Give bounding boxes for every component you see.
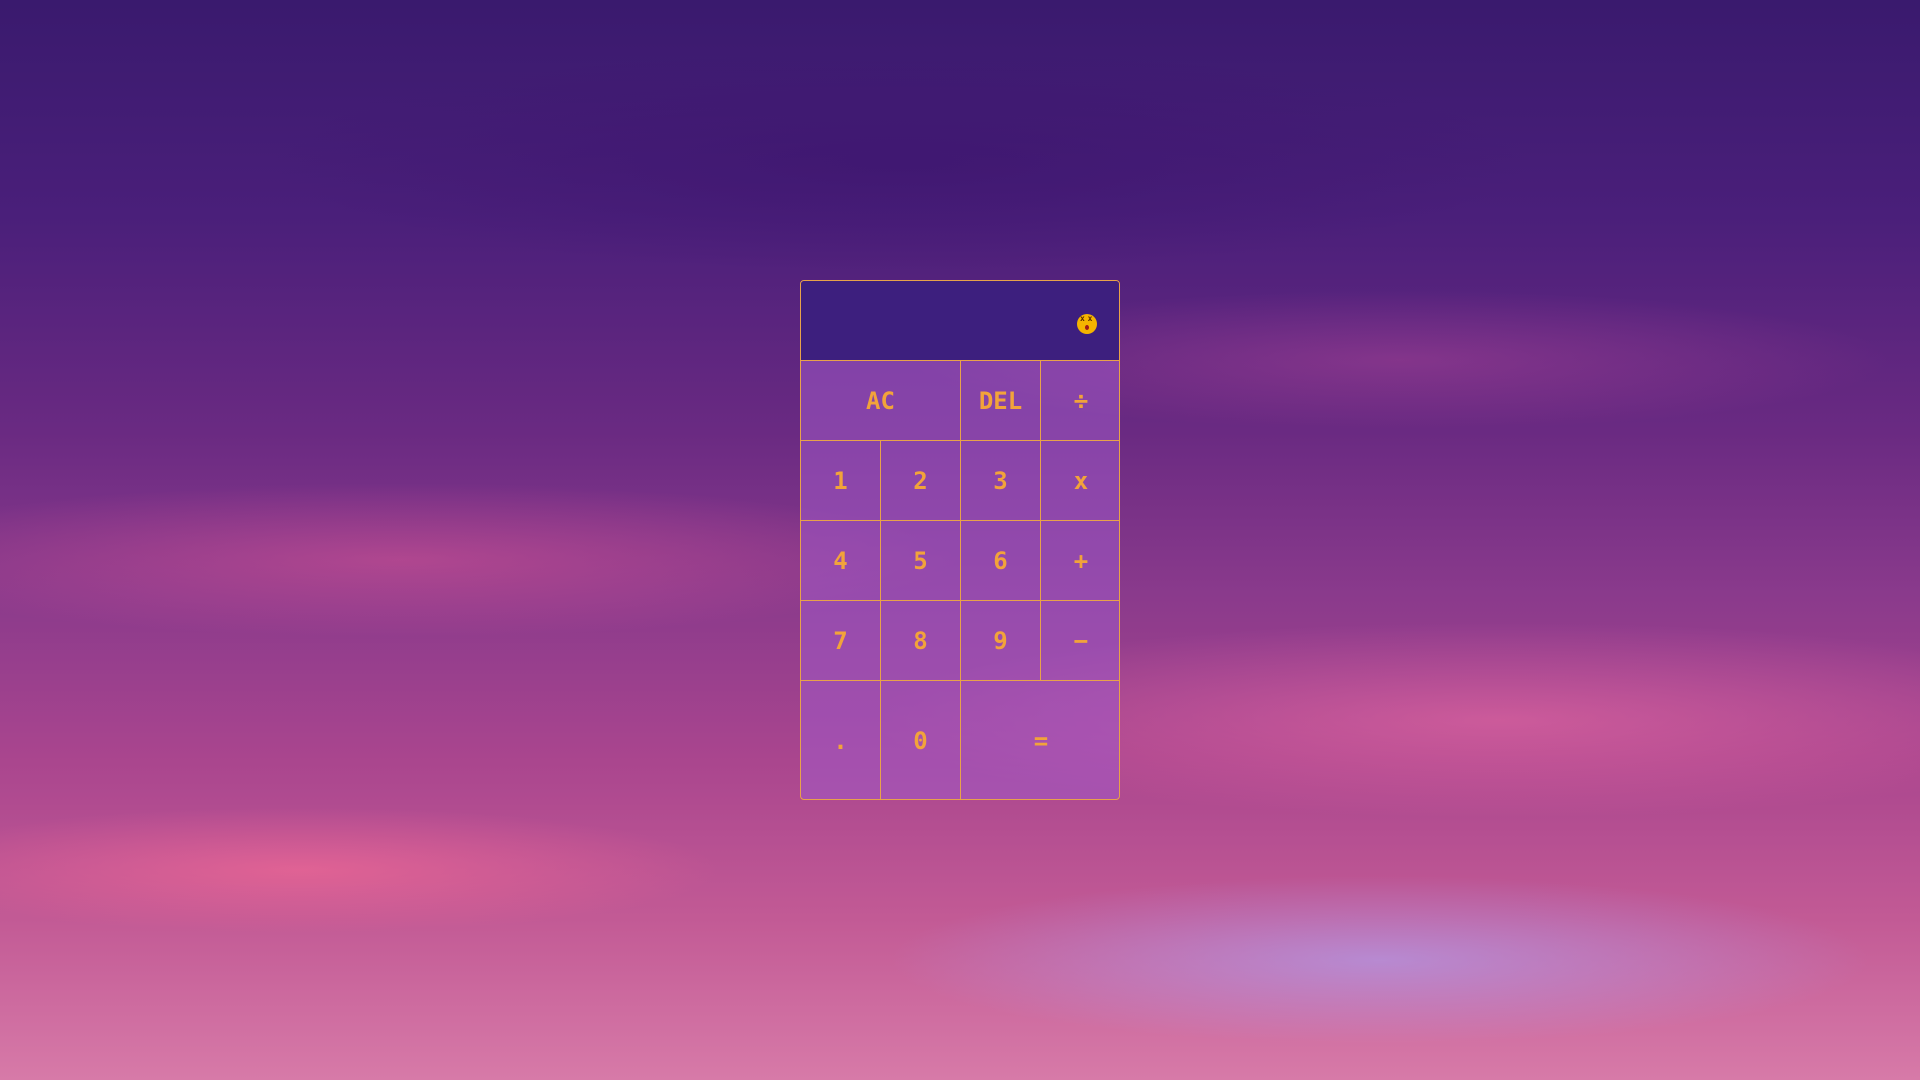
- equals-button[interactable]: =: [961, 681, 1119, 799]
- digit-4-button[interactable]: 4: [801, 521, 881, 601]
- digit-5-button[interactable]: 5: [881, 521, 961, 601]
- divide-button[interactable]: ÷: [1041, 361, 1119, 441]
- digit-7-button[interactable]: 7: [801, 601, 881, 681]
- dizzy-face-icon: [1077, 314, 1097, 334]
- digit-1-button[interactable]: 1: [801, 441, 881, 521]
- decimal-button[interactable]: .: [801, 681, 881, 799]
- digit-0-button[interactable]: 0: [881, 681, 961, 799]
- delete-button[interactable]: DEL: [961, 361, 1041, 441]
- add-button[interactable]: +: [1041, 521, 1119, 601]
- clear-button[interactable]: AC: [801, 361, 961, 441]
- multiply-button[interactable]: x: [1041, 441, 1119, 521]
- digit-3-button[interactable]: 3: [961, 441, 1041, 521]
- digit-8-button[interactable]: 8: [881, 601, 961, 681]
- calculator: AC DEL ÷ 1 2 3 x 4 5 6 + 7 8 9 − . 0 =: [800, 280, 1120, 800]
- calculator-display: [801, 281, 1119, 361]
- digit-9-button[interactable]: 9: [961, 601, 1041, 681]
- subtract-button[interactable]: −: [1041, 601, 1119, 681]
- digit-6-button[interactable]: 6: [961, 521, 1041, 601]
- digit-2-button[interactable]: 2: [881, 441, 961, 521]
